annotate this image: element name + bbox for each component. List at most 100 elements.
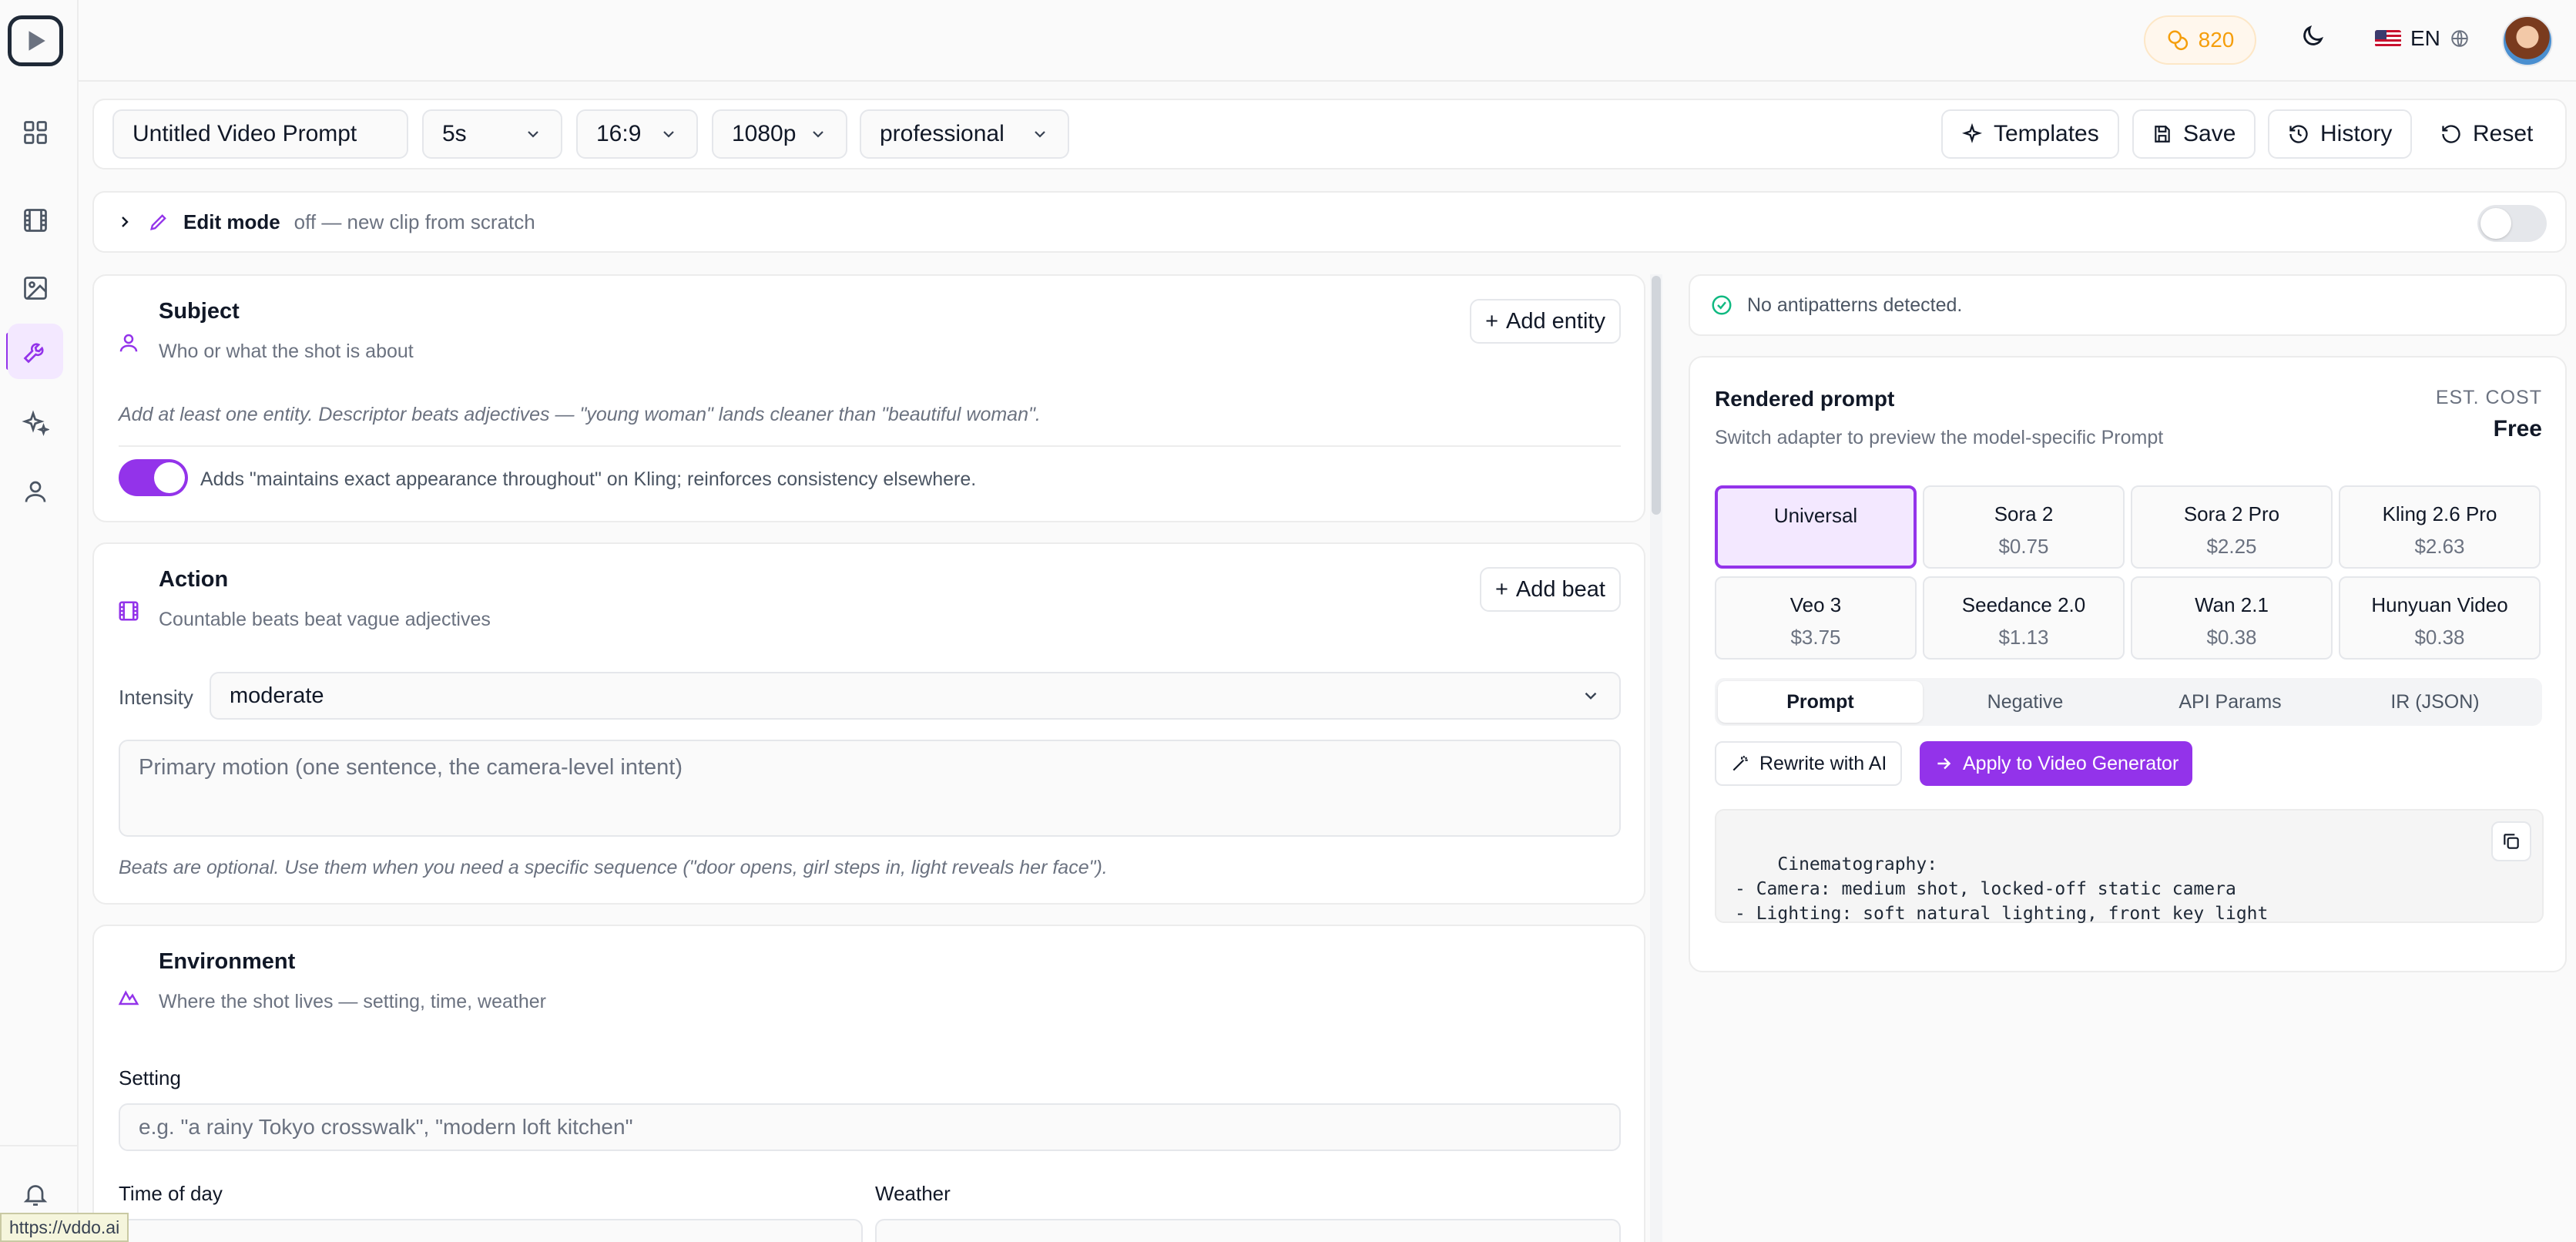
consistency-toggle-label: Adds "maintains exact appearance through…	[200, 468, 977, 490]
aspect-select[interactable]: 16:9	[576, 109, 698, 159]
adapter-price: Free	[1795, 536, 1836, 559]
prompt-title-input[interactable]: Untitled Video Prompt	[112, 109, 408, 159]
adapter-name: Sora 2 Pro	[2183, 502, 2280, 525]
mountain-icon	[117, 985, 140, 1008]
chevron-down-icon	[663, 131, 674, 138]
adapter-price: $0.75	[1998, 535, 2049, 558]
tab-prompt[interactable]: Prompt	[1718, 681, 1923, 723]
avatar[interactable]	[2502, 15, 2553, 66]
weather-input[interactable]	[875, 1219, 1621, 1242]
setting-placeholder: e.g. "a rainy Tokyo crosswalk", "modern …	[139, 1115, 633, 1139]
globe-icon	[2451, 30, 2468, 47]
history-button[interactable]: History	[2268, 109, 2413, 159]
rewrite-with-ai-button[interactable]: Rewrite with AI	[1715, 741, 1903, 786]
resolution-select[interactable]: 1080p	[712, 109, 847, 159]
copy-button[interactable]	[2491, 821, 2531, 861]
plus-icon: +	[1494, 576, 1508, 602]
aspect-value: 16:9	[596, 121, 642, 146]
us-flag-icon	[2375, 30, 2401, 47]
adapter-name: Universal	[1773, 504, 1858, 527]
language-selector[interactable]: EN	[2375, 26, 2470, 51]
link-status-tooltip: https://vddo.ai	[0, 1213, 129, 1242]
chevron-down-icon	[528, 131, 538, 138]
duration-select[interactable]: 5s	[422, 109, 562, 159]
chevron-down-icon	[1585, 692, 1597, 700]
adapter-name: Veo 3	[1789, 593, 1842, 616]
credits-badge[interactable]: 820	[2144, 15, 2256, 65]
primary-motion-placeholder: Primary motion (one sentence, the camera…	[139, 755, 683, 780]
antipatterns-status: No antipatterns detected.	[1689, 274, 2567, 336]
edit-mode-toggle[interactable]	[2477, 205, 2547, 242]
magic-wand-icon	[1732, 755, 1748, 771]
rewrite-label: Rewrite with AI	[1759, 752, 1887, 774]
image-icon[interactable]	[17, 270, 54, 307]
time-of-day-label: Time of day	[119, 1182, 223, 1205]
adapter-name: Wan 2.1	[2195, 593, 2269, 616]
sidebar-divider	[0, 1145, 79, 1146]
subject-note: Add at least one entity. Descriptor beat…	[119, 404, 1041, 425]
templates-button[interactable]: Templates	[1941, 109, 2119, 159]
bell-icon[interactable]	[17, 1176, 54, 1213]
wrench-icon[interactable]	[8, 324, 63, 379]
prompt-title: Untitled Video Prompt	[132, 121, 357, 146]
main-scrollbar-thumb[interactable]	[1652, 276, 1661, 515]
adapter-wan-2-1[interactable]: Wan 2.1 $0.38	[2131, 576, 2333, 660]
add-entity-button[interactable]: + Add entity	[1470, 299, 1621, 344]
chevron-down-icon	[1035, 131, 1045, 138]
arrow-right-icon	[1937, 757, 1951, 770]
save-button[interactable]: Save	[2132, 109, 2256, 159]
tab-negative[interactable]: Negative	[1923, 681, 2128, 723]
adapter-price: $2.25	[2206, 535, 2257, 558]
sparkles-icon[interactable]	[17, 405, 54, 442]
add-beat-button[interactable]: + Add beat	[1479, 567, 1621, 612]
adapter-sora-2[interactable]: Sora 2 $0.75	[1923, 485, 2125, 569]
adapter-price: $1.13	[1998, 626, 2049, 649]
adapter-price: $3.75	[1790, 626, 1841, 649]
adapter-name: Hunyuan Video	[2371, 593, 2508, 616]
tab-ir-json[interactable]: IR (JSON)	[2333, 681, 2537, 723]
user-icon[interactable]	[17, 473, 54, 510]
adapter-sora-2-pro[interactable]: Sora 2 Pro $2.25	[2131, 485, 2333, 569]
intensity-select[interactable]: moderate	[210, 672, 1621, 720]
sidebar	[0, 0, 79, 1242]
tab-api-params[interactable]: API Params	[2128, 681, 2333, 723]
action-subtitle: Countable beats beat vague adjectives	[159, 609, 491, 630]
person-icon	[117, 331, 140, 354]
dashboard-icon[interactable]	[17, 114, 54, 151]
save-label: Save	[2183, 121, 2236, 146]
weather-label: Weather	[875, 1182, 951, 1205]
pencil-icon	[150, 214, 166, 230]
adapter-universal[interactable]: Universal Free	[1715, 485, 1917, 569]
adapter-name: Kling 2.6 Pro	[2382, 502, 2497, 525]
style-value: professional	[880, 121, 1005, 146]
edit-mode-title: Edit mode	[183, 210, 280, 233]
sparkle-icon	[1961, 123, 1983, 143]
templates-label: Templates	[1994, 121, 2099, 146]
consistency-toggle[interactable]	[119, 459, 188, 496]
est-cost-value: Free	[2493, 416, 2542, 441]
adapter-seedance-2-0[interactable]: Seedance 2.0 $1.13	[1923, 576, 2125, 660]
apply-to-video-generator-button[interactable]: Apply to Video Generator	[1920, 741, 2193, 786]
setting-input[interactable]: e.g. "a rainy Tokyo crosswalk", "modern …	[119, 1103, 1621, 1151]
setting-label: Setting	[119, 1066, 181, 1089]
moon-icon[interactable]	[2299, 23, 2326, 49]
adapter-veo-3[interactable]: Veo 3 $3.75	[1715, 576, 1917, 660]
primary-motion-textarea[interactable]: Primary motion (one sentence, the camera…	[119, 740, 1621, 837]
output-tabs: Prompt Negative API Params IR (JSON)	[1715, 678, 2542, 726]
film-icon[interactable]	[17, 202, 54, 239]
adapter-kling-2-6-pro[interactable]: Kling 2.6 Pro $2.63	[2339, 485, 2541, 569]
rendered-prompt-subtitle: Switch adapter to preview the model-spec…	[1715, 427, 2164, 448]
intensity-label: Intensity	[119, 686, 193, 709]
time-of-day-input[interactable]	[119, 1219, 863, 1242]
rendered-prompt-title: Rendered prompt	[1715, 387, 1895, 411]
edit-mode-row[interactable]: Edit mode off — new clip from scratch	[92, 191, 2567, 253]
adapter-hunyuan-video[interactable]: Hunyuan Video $0.38	[2339, 576, 2541, 660]
environment-card: Environment Where the shot lives — setti…	[92, 925, 1645, 1242]
reset-button[interactable]: Reset	[2422, 109, 2552, 159]
reset-icon	[2442, 125, 2460, 143]
divider	[119, 445, 1621, 447]
style-select[interactable]: professional	[860, 109, 1069, 159]
add-beat-label: Add beat	[1515, 576, 1605, 602]
app-logo[interactable]	[8, 15, 63, 66]
history-icon	[2289, 125, 2308, 143]
